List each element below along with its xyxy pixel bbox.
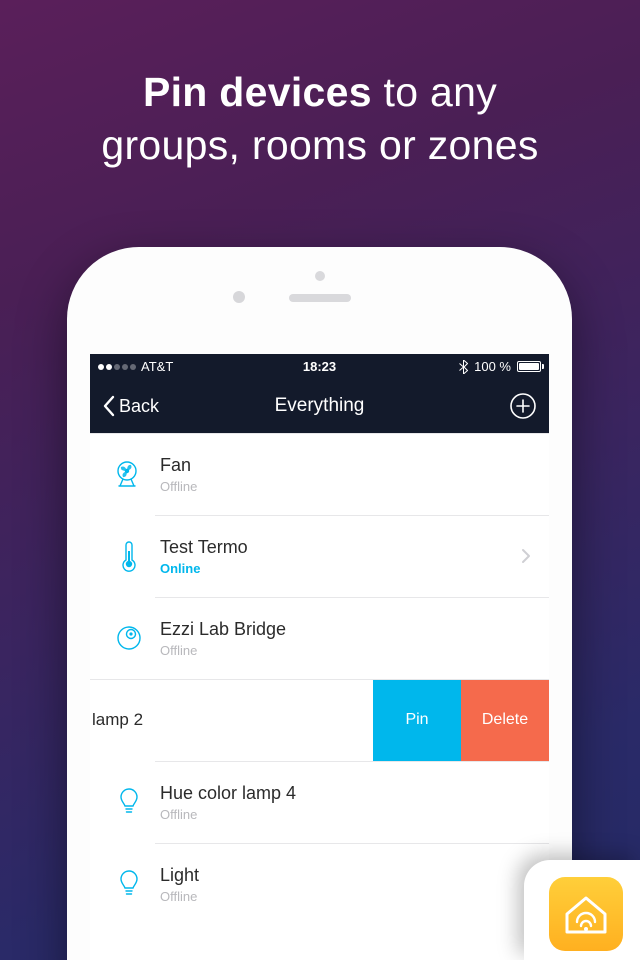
phone-screen: AT&T 18:23 100 % bbox=[90, 354, 549, 960]
headline-bold: Pin devices bbox=[143, 69, 372, 115]
status-left: AT&T bbox=[98, 359, 173, 374]
device-name: Hue color lamp 4 bbox=[160, 783, 296, 804]
device-status: Offline bbox=[160, 889, 199, 904]
device-name: Light bbox=[160, 865, 199, 886]
bulb-icon bbox=[112, 786, 146, 818]
device-list[interactable]: Fan Offline Test Termo bbox=[90, 433, 549, 925]
device-name: Ezzi Lab Bridge bbox=[160, 619, 286, 640]
headline-rest: to any bbox=[372, 69, 497, 115]
bulb-icon bbox=[112, 868, 146, 900]
add-button[interactable] bbox=[509, 392, 537, 420]
delete-label: Delete bbox=[482, 711, 528, 729]
bridge-icon bbox=[112, 623, 146, 653]
promo-headline: Pin devices to any groups, rooms or zone… bbox=[0, 66, 640, 173]
back-button[interactable]: Back bbox=[102, 395, 159, 417]
status-right: 100 % bbox=[459, 359, 541, 374]
device-status: Offline bbox=[160, 807, 296, 822]
headline-line2: groups, rooms or zones bbox=[101, 122, 538, 168]
device-status: Offline bbox=[160, 479, 197, 494]
device-row[interactable]: Hue color lamp 4 Offline bbox=[90, 761, 549, 843]
pin-label: Pin bbox=[405, 711, 428, 729]
device-name: Test Termo bbox=[160, 537, 248, 558]
phone-sensor bbox=[315, 271, 325, 281]
fan-icon bbox=[112, 459, 146, 489]
promo-background: Pin devices to any groups, rooms or zone… bbox=[0, 0, 640, 960]
delete-button[interactable]: Delete bbox=[461, 679, 549, 761]
bluetooth-icon bbox=[459, 360, 468, 374]
carrier-label: AT&T bbox=[141, 359, 173, 374]
pin-button[interactable]: Pin bbox=[373, 679, 461, 761]
nav-bar: Back Everything bbox=[90, 379, 549, 433]
device-status: Offline bbox=[160, 643, 286, 658]
device-row[interactable]: Light Offline bbox=[90, 843, 549, 925]
phone-frame: AT&T 18:23 100 % bbox=[67, 247, 572, 960]
nav-title: Everything bbox=[275, 395, 365, 417]
device-status: Online bbox=[160, 561, 248, 576]
chevron-left-icon bbox=[102, 395, 115, 417]
device-row[interactable]: Test Termo Online bbox=[90, 515, 549, 597]
status-time: 18:23 bbox=[303, 359, 336, 374]
device-name: lamp 2 bbox=[90, 710, 143, 730]
device-name: Fan bbox=[160, 455, 197, 476]
device-row[interactable]: Fan Offline bbox=[90, 433, 549, 515]
signal-dots-icon bbox=[98, 364, 136, 370]
plus-circle-icon bbox=[509, 392, 537, 420]
device-row[interactable]: Ezzi Lab Bridge Offline bbox=[90, 597, 549, 679]
home-app-icon bbox=[549, 877, 623, 951]
battery-percent: 100 % bbox=[474, 359, 511, 374]
device-row-swiped[interactable]: lamp 2 Pin Delete bbox=[90, 679, 549, 761]
app-badge bbox=[524, 860, 640, 960]
back-label: Back bbox=[119, 396, 159, 417]
chevron-right-icon bbox=[521, 548, 531, 564]
status-bar: AT&T 18:23 100 % bbox=[90, 354, 549, 379]
battery-icon bbox=[517, 361, 541, 372]
phone-camera bbox=[233, 291, 245, 303]
phone-speaker bbox=[289, 294, 351, 302]
thermometer-icon bbox=[112, 539, 146, 573]
